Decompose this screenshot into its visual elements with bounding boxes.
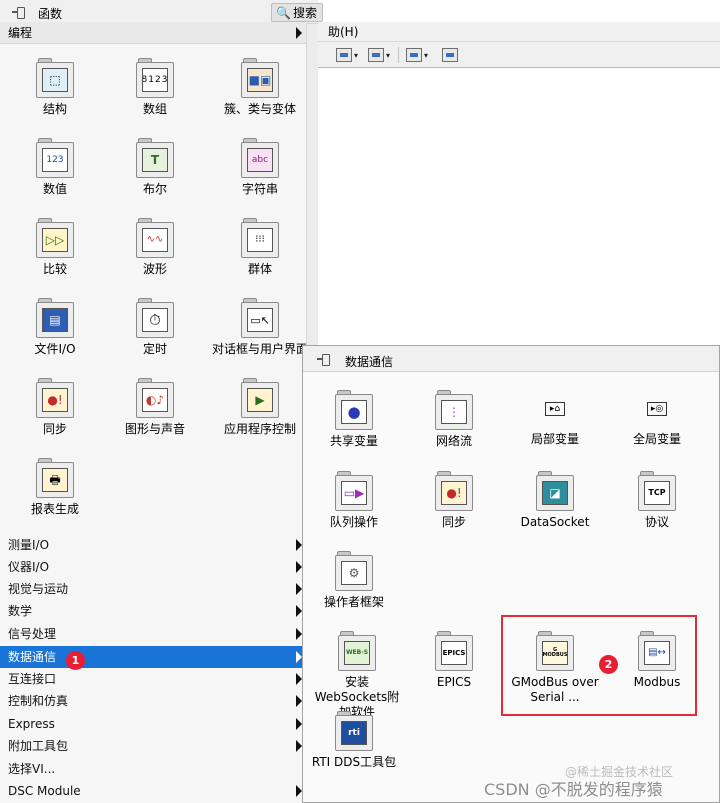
distribute-icon: [368, 48, 384, 62]
palette-item-structures[interactable]: ⬚ 结构: [5, 58, 105, 117]
reorder-button[interactable]: ▾: [406, 47, 428, 63]
subpalette-item-protocols[interactable]: TCP 协议: [607, 471, 707, 530]
file-io-icon: ▤: [36, 298, 74, 338]
pin-icon[interactable]: [12, 6, 26, 19]
category-item[interactable]: 选择VI...: [0, 758, 306, 780]
cluster-icon: ■▣: [241, 58, 279, 98]
array-icon: 8123: [136, 58, 174, 98]
rti-dds-icon: rti: [335, 711, 373, 751]
palette-item-file-io[interactable]: ▤ 文件I/O: [5, 298, 105, 357]
category-item[interactable]: 控制和仿真: [0, 690, 306, 712]
align-icon: [336, 48, 352, 62]
palette-item-array[interactable]: 8123 数组: [105, 58, 205, 117]
dropdown-arrow-icon: ▾: [386, 50, 391, 60]
step-badge-1: 1: [66, 651, 85, 670]
protocols-icon: TCP: [638, 471, 676, 511]
category-label: 编程: [8, 26, 33, 40]
category-item[interactable]: 信号处理: [0, 623, 306, 645]
group-icon: ⁝⁝⁝: [241, 218, 279, 258]
palette-item-dialog-ui[interactable]: ▭↖ 对话框与用户界面: [205, 298, 315, 357]
category-item[interactable]: Express: [0, 713, 306, 735]
subpalette-item-shared-variable[interactable]: ● 共享变量: [304, 390, 404, 449]
category-item[interactable]: 数学: [0, 600, 306, 622]
graphics-sound-icon: ◐♪: [136, 378, 174, 418]
subpalette-item-global-variable[interactable]: ▸◎ 全局变量: [607, 402, 707, 447]
queue-icon: ▭▶: [335, 471, 373, 511]
search-icon: 🔍: [276, 5, 291, 20]
palette-item-report[interactable]: 🖶 报表生成: [5, 458, 105, 517]
string-icon: abc: [241, 138, 279, 178]
shared-variable-icon: ●: [335, 390, 373, 430]
palette-item-waveform[interactable]: ∿∿ 波形: [105, 218, 205, 277]
subpalette-item-websockets[interactable]: WEB-S 安装WebSockets附加软件: [304, 631, 410, 720]
epics-icon: EPICS: [435, 631, 473, 671]
subpalette-title: 数据通信: [345, 355, 394, 369]
cleanup-icon: [442, 48, 458, 62]
global-variable-icon: ▸◎: [647, 402, 667, 416]
help-menu[interactable]: 助(H): [328, 25, 358, 39]
editor-toolbar: ▾ ▾ ▾: [318, 42, 720, 68]
dialog-ui-icon: ▭↖: [241, 298, 279, 338]
palette-item-timing[interactable]: ⏱ 定时: [105, 298, 205, 357]
category-item[interactable]: 测量I/O: [0, 534, 306, 556]
watermark-csdn: CSDN @不脱发的程序猿: [484, 780, 663, 799]
datasocket-icon: ◪: [536, 471, 574, 511]
local-variable-icon: ▸⌂: [545, 402, 565, 416]
palette-title: 函数: [38, 7, 63, 21]
editor-menubar: 助(H): [318, 22, 720, 42]
subpalette-item-datasocket[interactable]: ◪ DataSocket: [505, 471, 605, 530]
palette-item-cluster[interactable]: ■▣ 簇、类与变体: [205, 58, 315, 117]
subpalette-header: 数据通信: [303, 346, 719, 372]
subpalette-item-rti-dds[interactable]: rti RTI DDS工具包: [304, 711, 404, 770]
category-item[interactable]: 附加工具包: [0, 735, 306, 757]
comparison-icon: ▷▷: [36, 218, 74, 258]
category-item[interactable]: 视觉与运动: [0, 578, 306, 600]
search-button[interactable]: 🔍 搜索: [271, 3, 323, 22]
subpalette-item-local-variable[interactable]: ▸⌂ 局部变量: [505, 402, 605, 447]
palette-item-graphics-sound[interactable]: ◐♪ 图形与声音: [105, 378, 205, 437]
distribute-button[interactable]: ▾: [368, 47, 390, 63]
palette-item-string[interactable]: abc 字符串: [205, 138, 315, 197]
synchronization-icon: ●!: [36, 378, 74, 418]
report-icon: 🖶: [36, 458, 74, 498]
dropdown-arrow-icon: ▾: [424, 50, 429, 60]
timing-icon: ⏱: [136, 298, 174, 338]
expand-arrow-icon: [296, 27, 302, 39]
numeric-icon: 123: [36, 138, 74, 178]
boolean-icon: T: [136, 138, 174, 178]
app-control-icon: ▶: [241, 378, 279, 418]
subpalette-item-actor-framework[interactable]: ⚙ 操作者框架: [304, 551, 404, 610]
category-item-data-communication[interactable]: 数据通信: [0, 646, 306, 668]
category-item[interactable]: DSC Module: [0, 780, 306, 802]
synchronization-icon: ●!: [435, 471, 473, 511]
palette-item-app-control[interactable]: ▶ 应用程序控制: [205, 378, 315, 437]
palette-item-group[interactable]: ⁝⁝⁝ 群体: [205, 218, 315, 277]
category-item[interactable]: 仪器I/O: [0, 556, 306, 578]
toolbar-divider: [398, 47, 399, 63]
subpalette-item-network-stream[interactable]: ⋮ 网络流: [404, 390, 504, 449]
palette-item-synchronization[interactable]: ●! 同步: [5, 378, 105, 437]
dropdown-arrow-icon: ▾: [354, 50, 359, 60]
actor-framework-icon: ⚙: [335, 551, 373, 591]
cleanup-button[interactable]: [442, 47, 458, 63]
category-programming[interactable]: 编程: [0, 22, 306, 44]
step-badge-2: 2: [599, 655, 618, 674]
align-button[interactable]: ▾: [336, 47, 358, 63]
palette-item-numeric[interactable]: 123 数值: [5, 138, 105, 197]
palette-item-comparison[interactable]: ▷▷ 比较: [5, 218, 105, 277]
palette-item-boolean[interactable]: T 布尔: [105, 138, 205, 197]
functions-palette: 函数 编程 ⬚ 结构 8123 数组 ■▣ 簇、类与变体 123 数值 T 布尔…: [0, 0, 318, 803]
subpalette-item-queue[interactable]: ▭▶ 队列操作: [304, 471, 404, 530]
category-item[interactable]: 互连接口: [0, 668, 306, 690]
subpalette-item-epics[interactable]: EPICS EPICS: [404, 631, 504, 690]
subpalette-item-synchronization[interactable]: ●! 同步: [404, 471, 504, 530]
reorder-icon: [406, 48, 422, 62]
waveform-icon: ∿∿: [136, 218, 174, 258]
network-stream-icon: ⋮: [435, 390, 473, 430]
structures-icon: ⬚: [36, 58, 74, 98]
pin-icon[interactable]: [317, 353, 331, 366]
websockets-icon: WEB-S: [338, 631, 376, 671]
